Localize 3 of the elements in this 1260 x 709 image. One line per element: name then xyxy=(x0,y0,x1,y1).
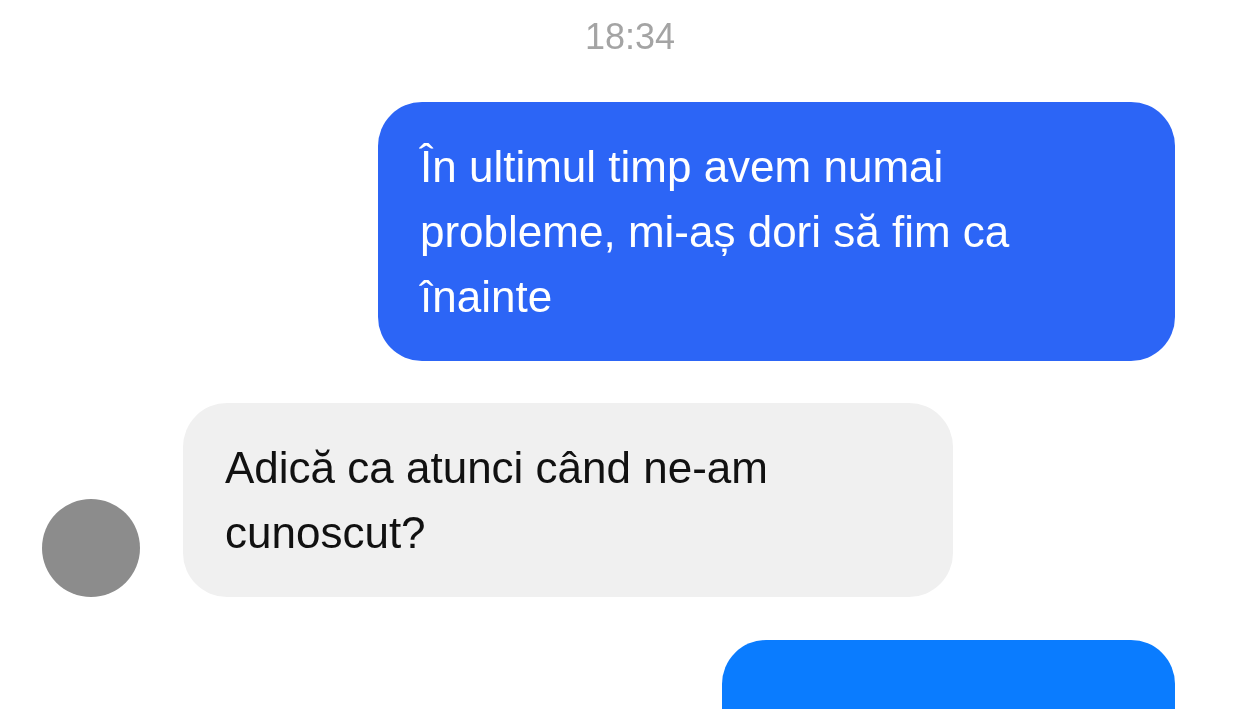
message-timestamp: 18:34 xyxy=(584,15,676,59)
sent-message-bubble: În ultimul timp avem numai probleme, mi-aș dori să fim ca înainte xyxy=(378,102,1175,361)
received-message-bubble: Adică ca atunci când ne-am cunoscut? xyxy=(183,403,953,597)
